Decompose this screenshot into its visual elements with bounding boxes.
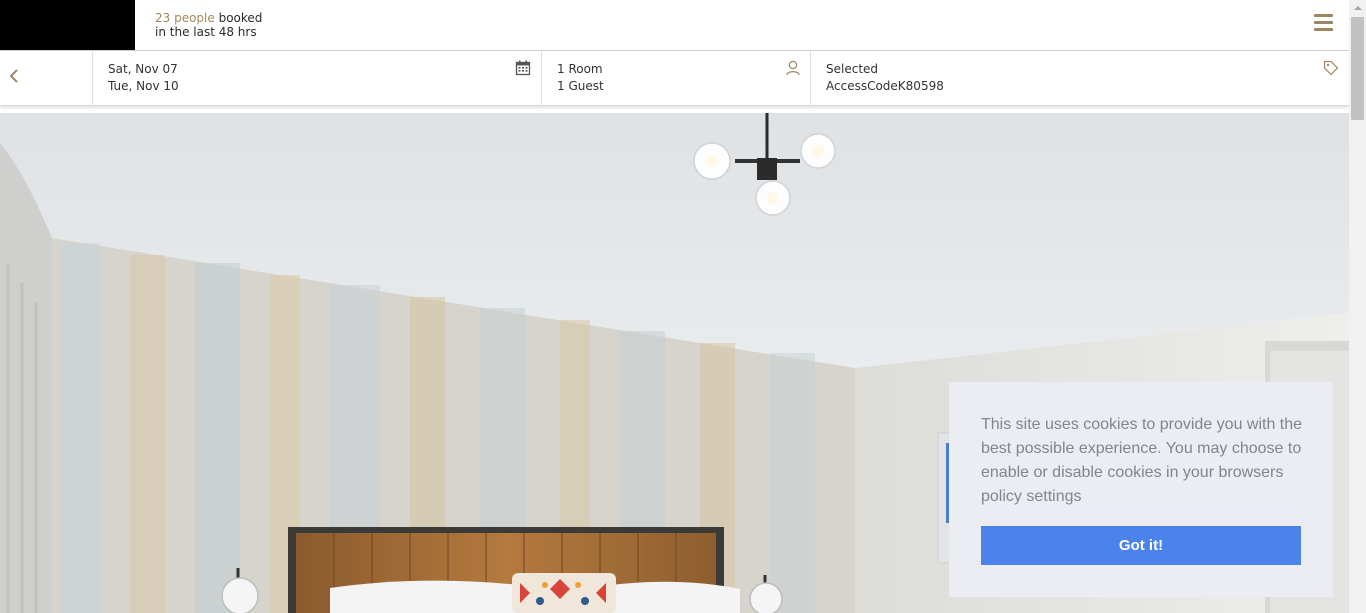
guest-count: 1 Guest xyxy=(557,79,604,93)
person-icon xyxy=(786,60,800,76)
room-guest-selector[interactable]: 1 Room 1 Guest xyxy=(542,51,811,106)
date-selector[interactable]: Sat, Nov 07 Tue, Nov 10 xyxy=(93,51,542,106)
cookie-banner: This site uses cookies to provide you wi… xyxy=(949,382,1333,597)
scroll-up-arrow-icon[interactable] xyxy=(1349,0,1366,17)
rate-code-selector[interactable]: Selected AccessCodeK80598 xyxy=(811,51,1349,106)
chevron-left-icon xyxy=(9,69,18,83)
hamburger-menu-icon[interactable] xyxy=(1313,13,1335,33)
booking-summary-bar: Sat, Nov 07 Tue, Nov 10 1 Room 1 Guest S… xyxy=(0,51,1349,106)
accept-cookies-button[interactable]: Got it! xyxy=(981,526,1301,565)
booking-suffix: booked xyxy=(214,11,263,25)
calendar-icon xyxy=(515,60,531,76)
rate-label: Selected xyxy=(826,62,879,76)
social-proof: 23 people booked in the last 48 hrs xyxy=(155,11,262,39)
cookie-message: This site uses cookies to provide you wi… xyxy=(981,416,1303,505)
scrollbar-thumb[interactable] xyxy=(1351,17,1364,120)
top-bar: 23 people booked in the last 48 hrs xyxy=(0,0,1349,51)
back-button[interactable] xyxy=(0,51,93,106)
room-count: 1 Room xyxy=(557,62,603,76)
check-out-date: Tue, Nov 10 xyxy=(108,79,179,93)
tag-icon xyxy=(1323,60,1339,76)
page: 23 people booked in the last 48 hrs Sat,… xyxy=(0,0,1349,613)
vertical-scrollbar[interactable] xyxy=(1349,0,1366,613)
check-in-date: Sat, Nov 07 xyxy=(108,62,178,76)
access-code: AccessCodeK80598 xyxy=(826,79,944,93)
social-proof-line-2: in the last 48 hrs xyxy=(155,25,257,39)
hotel-logo[interactable] xyxy=(0,0,135,50)
social-proof-line-1: 23 people booked xyxy=(155,11,262,25)
booking-count: 23 people xyxy=(155,11,215,25)
